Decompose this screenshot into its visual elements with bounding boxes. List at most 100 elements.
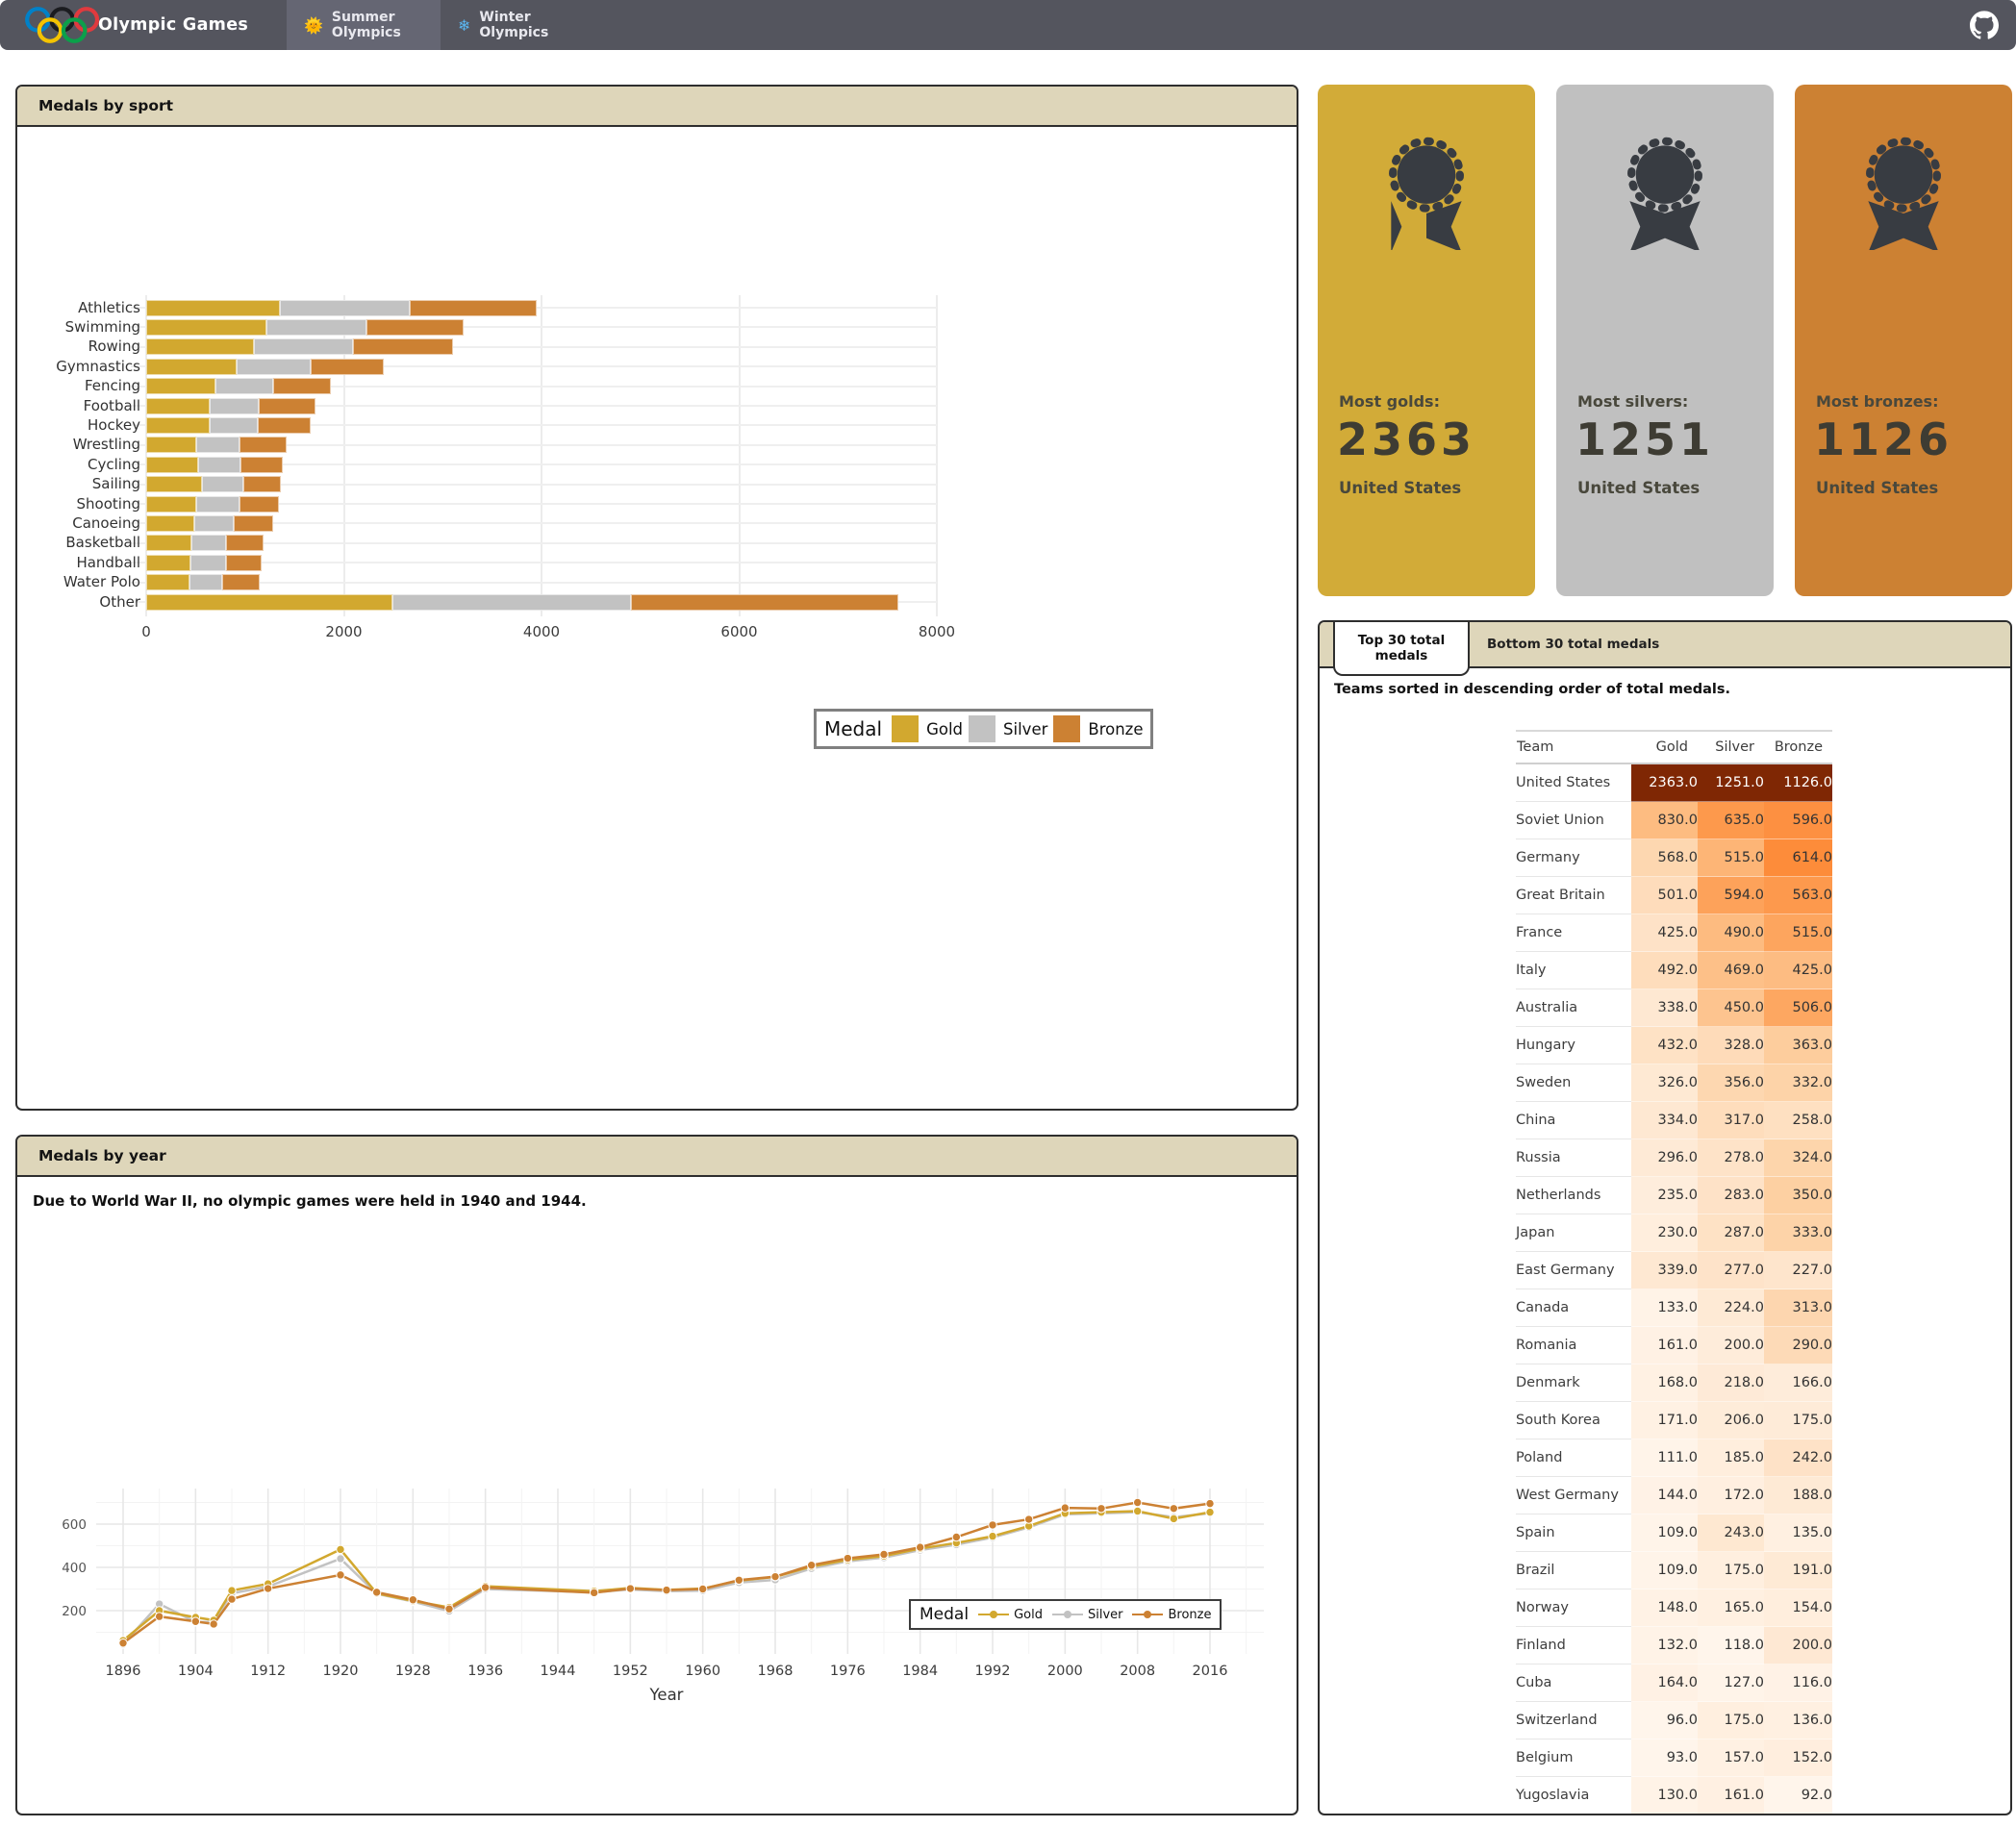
- bar-chart-x-tick-label: 4000: [498, 623, 585, 640]
- bar-segment-gold: [146, 496, 196, 513]
- bar-chart-category-label: Other: [17, 592, 140, 612]
- medal-count-cell: 1126.0: [1764, 763, 1832, 802]
- svg-text:1976: 1976: [830, 1664, 866, 1679]
- bar-segment-gold: [146, 300, 280, 316]
- bar-segment-gold: [146, 359, 237, 375]
- table-row: Romania161.0200.0290.0: [1516, 1327, 1832, 1364]
- navbar: Olympic Games 🌞 Summer Olympics ❄ Winter…: [0, 0, 2016, 50]
- bar-chart-category-label: Athletics: [17, 298, 140, 317]
- table-row: Soviet Union830.0635.0596.0: [1516, 802, 1832, 839]
- table-row: Norway148.0165.0154.0: [1516, 1589, 1832, 1627]
- medal-count-cell: 230.0: [1631, 1214, 1698, 1252]
- medal-count-cell: 278.0: [1698, 1139, 1764, 1177]
- bar-segment-silver: [202, 476, 243, 492]
- bar-chart-x-tick-label: 2000: [301, 623, 388, 640]
- team-cell: Yugoslavia: [1516, 1777, 1631, 1814]
- bar-segment-gold: [146, 417, 210, 434]
- table-row: Poland111.0185.0242.0: [1516, 1439, 1832, 1477]
- bar-segment-gold: [146, 398, 210, 414]
- line-legend-entry: Silver: [1052, 1608, 1123, 1622]
- bar-segment-silver: [191, 535, 226, 551]
- team-cell: Denmark: [1516, 1364, 1631, 1402]
- team-cell: China: [1516, 1102, 1631, 1139]
- github-icon[interactable]: [1970, 11, 1999, 39]
- medal-count-cell: 185.0: [1698, 1439, 1764, 1477]
- legend-label-silver: Silver: [1088, 1608, 1123, 1622]
- svg-text:Year: Year: [649, 1686, 684, 1704]
- table-row: Brazil109.0175.0191.0: [1516, 1552, 1832, 1589]
- team-cell: West Germany: [1516, 1477, 1631, 1514]
- legend-dot: [990, 1611, 997, 1618]
- team-cell: United States: [1516, 763, 1631, 802]
- bar-segment-silver: [254, 338, 353, 355]
- tab-bottom30[interactable]: Bottom 30 total medals: [1487, 622, 1659, 666]
- medal-count-cell: 425.0: [1631, 914, 1698, 952]
- bar-segment-gold: [146, 555, 190, 571]
- legend-dot: [1064, 1611, 1071, 1618]
- bar-segment-silver: [237, 359, 311, 375]
- medal-count-cell: 152.0: [1764, 1739, 1832, 1777]
- bar-segment-silver: [266, 319, 366, 336]
- bar-row: [146, 300, 937, 316]
- medal-count-cell: 109.0: [1631, 1552, 1698, 1589]
- team-cell: Belgium: [1516, 1739, 1631, 1777]
- medal-rosette-icon: [1851, 135, 1956, 250]
- tab-winter-olympics[interactable]: ❄ Winter Olympics: [441, 0, 596, 50]
- team-cell: Soviet Union: [1516, 802, 1631, 839]
- medal-count-cell: 171.0: [1631, 1402, 1698, 1439]
- svg-text:200: 200: [62, 1604, 87, 1619]
- medals-by-year-panel: Medals by year Due to World War II, no o…: [15, 1135, 1298, 1815]
- bar-legend-entry: Bronze: [1053, 715, 1143, 742]
- table-row: West Germany144.0172.0188.0: [1516, 1477, 1832, 1514]
- medal-count-cell: 287.0: [1698, 1214, 1764, 1252]
- bar-chart-category-label: Football: [17, 396, 140, 415]
- medals-by-sport-chart: 02000400060008000AthleticsSwimmingRowing…: [17, 87, 1297, 1109]
- table-header-team: Team: [1516, 731, 1631, 763]
- most-bronzes-card: Most bronzes: 1126 United States: [1795, 85, 2012, 596]
- table-row: China334.0317.0258.0: [1516, 1102, 1832, 1139]
- sun-icon: 🌞: [304, 16, 323, 35]
- medal-count-cell: 243.0: [1698, 1514, 1764, 1552]
- medal-count-cell: 227.0: [1764, 1252, 1832, 1289]
- table-header-bronze: Bronze: [1764, 731, 1832, 763]
- table-description: Teams sorted in descending order of tota…: [1334, 682, 1730, 697]
- table-row: Great Britain501.0594.0563.0: [1516, 877, 1832, 914]
- medal-count-cell: 313.0: [1764, 1289, 1832, 1327]
- medal-count-cell: 258.0: [1764, 1102, 1832, 1139]
- bar-segment-silver: [210, 417, 258, 434]
- table-row: Italy492.0469.0425.0: [1516, 952, 1832, 989]
- medal-count-cell: 515.0: [1698, 839, 1764, 877]
- medal-count-cell: 596.0: [1764, 802, 1832, 839]
- bar-segment-gold: [146, 515, 194, 532]
- legend-label-bronze: Bronze: [1088, 720, 1143, 738]
- tab-winter-label: Winter Olympics: [479, 10, 579, 40]
- bar-chart-category-label: Canoeing: [17, 513, 140, 533]
- table-row: Switzerland96.0175.0136.0: [1516, 1702, 1832, 1739]
- medal-count-cell: 328.0: [1698, 1027, 1764, 1064]
- medal-count-cell-partial: [1764, 1814, 1832, 1816]
- bar-row: [146, 378, 937, 394]
- tab-summer-olympics[interactable]: 🌞 Summer Olympics: [287, 0, 441, 50]
- medals-table: TeamGoldSilverBronze United States2363.0…: [1516, 730, 1832, 1815]
- snowflake-icon: ❄: [458, 16, 470, 35]
- legend-label-gold: Gold: [1014, 1608, 1043, 1622]
- bar-segment-bronze: [240, 457, 283, 473]
- legend-label-silver: Silver: [1003, 720, 1047, 738]
- bar-chart-category-label: Handball: [17, 553, 140, 572]
- medal-count-cell: 93.0: [1631, 1739, 1698, 1777]
- tab-top30[interactable]: Top 30 total medals: [1333, 622, 1470, 676]
- bar-segment-silver: [392, 594, 632, 611]
- bar-row: [146, 535, 937, 551]
- team-cell: Brazil: [1516, 1552, 1631, 1589]
- legend-swatch-silver: [969, 715, 995, 742]
- medal-count-cell: 515.0: [1764, 914, 1832, 952]
- bar-segment-silver: [189, 574, 222, 590]
- svg-text:1920: 1920: [323, 1664, 359, 1679]
- svg-text:1896: 1896: [106, 1664, 141, 1679]
- bar-segment-bronze: [631, 594, 897, 611]
- medal-count-cell: 224.0: [1698, 1289, 1764, 1327]
- most-bronzes-value: 1126: [1814, 413, 1953, 465]
- bar-segment-bronze: [234, 515, 272, 532]
- table-row: East Germany339.0277.0227.0: [1516, 1252, 1832, 1289]
- team-cell: Germany: [1516, 839, 1631, 877]
